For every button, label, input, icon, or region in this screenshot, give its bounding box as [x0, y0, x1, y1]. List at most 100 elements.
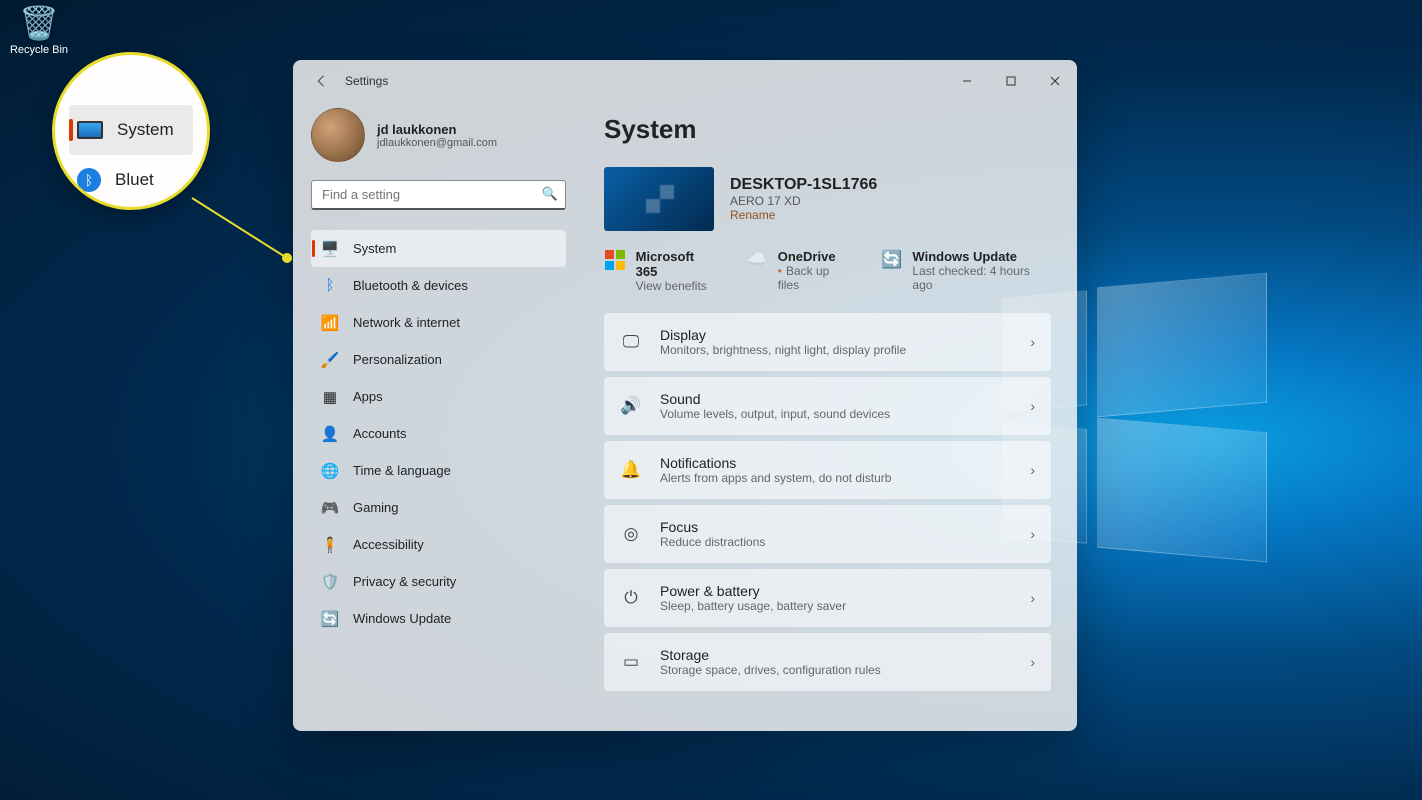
- card-display[interactable]: 🖵 DisplayMonitors, brightness, night lig…: [604, 313, 1051, 371]
- storage-icon: ▭: [620, 652, 642, 672]
- nav-time-language[interactable]: 🌐 Time & language: [311, 452, 566, 489]
- recycle-bin-label: Recycle Bin: [10, 44, 68, 56]
- card-storage[interactable]: ▭ StorageStorage space, drives, configur…: [604, 633, 1051, 691]
- nav-accessibility[interactable]: 🧍 Accessibility: [311, 526, 566, 563]
- bluetooth-icon: ᛒ: [321, 277, 339, 295]
- nav-label: Apps: [353, 389, 383, 404]
- badge-sub: View benefits: [636, 279, 718, 293]
- update-icon: 🔄: [321, 610, 339, 628]
- bluetooth-icon: ᛒ: [77, 168, 101, 192]
- callout-system-row: System: [69, 105, 193, 155]
- display-icon: 🖵: [620, 332, 642, 352]
- card-power[interactable]: ⏻ Power & batterySleep, battery usage, b…: [604, 569, 1051, 627]
- chevron-right-icon: ›: [1030, 654, 1035, 670]
- maximize-button[interactable]: [989, 66, 1033, 96]
- card-title: Power & battery: [660, 583, 846, 599]
- close-button[interactable]: [1033, 66, 1077, 96]
- sidebar: jd laukkonen jdlaukkonen@gmail.com 🔍 🖥️ …: [293, 102, 578, 731]
- badge-title: Windows Update: [912, 249, 1051, 264]
- update-icon: 🔄: [881, 249, 903, 271]
- chevron-right-icon: ›: [1030, 526, 1035, 542]
- window-title: Settings: [345, 74, 388, 88]
- card-sound[interactable]: 🔊 SoundVolume levels, output, input, sou…: [604, 377, 1051, 435]
- nav-apps[interactable]: ▦ Apps: [311, 378, 566, 415]
- nav-label: Gaming: [353, 500, 399, 515]
- person-icon: 👤: [321, 425, 339, 443]
- account-row[interactable]: jd laukkonen jdlaukkonen@gmail.com: [311, 108, 566, 162]
- badge-title: Microsoft 365: [636, 249, 718, 279]
- user-email: jdlaukkonen@gmail.com: [377, 137, 497, 149]
- card-title: Sound: [660, 391, 890, 407]
- bell-icon: 🔔: [620, 460, 642, 480]
- system-icon: [77, 121, 103, 139]
- nav-accounts[interactable]: 👤 Accounts: [311, 415, 566, 452]
- apps-icon: ▦: [321, 388, 339, 406]
- nav-label: Bluetooth & devices: [353, 278, 468, 293]
- onedrive-icon: ☁️: [746, 249, 768, 271]
- nav-label: Windows Update: [353, 611, 451, 626]
- card-sub: Monitors, brightness, night light, displ…: [660, 343, 906, 357]
- pc-model: AERO 17 XD: [730, 194, 877, 208]
- minimize-button[interactable]: [945, 66, 989, 96]
- page-title: System: [604, 114, 1051, 145]
- card-sub: Sleep, battery usage, battery saver: [660, 599, 846, 613]
- card-sub: Volume levels, output, input, sound devi…: [660, 407, 890, 421]
- gamepad-icon: 🎮: [321, 499, 339, 517]
- brush-icon: 🖌️: [321, 351, 339, 369]
- user-name: jd laukkonen: [377, 122, 497, 137]
- pc-info-row: DESKTOP-1SL1766 AERO 17 XD Rename: [604, 167, 1051, 231]
- card-title: Display: [660, 327, 906, 343]
- nav-system[interactable]: 🖥️ System: [311, 230, 566, 267]
- nav-label: Privacy & security: [353, 574, 456, 589]
- card-title: Focus: [660, 519, 765, 535]
- settings-window: Settings jd laukkonen jdlaukkonen@gmail.…: [293, 60, 1077, 731]
- system-icon: 🖥️: [321, 240, 339, 258]
- pc-name: DESKTOP-1SL1766: [730, 176, 877, 194]
- badge-update[interactable]: 🔄 Windows Update Last checked: 4 hours a…: [881, 249, 1051, 293]
- nav-network[interactable]: 📶 Network & internet: [311, 304, 566, 341]
- badge-m365[interactable]: Microsoft 365 View benefits: [604, 249, 718, 293]
- card-title: Storage: [660, 647, 881, 663]
- focus-icon: ◎: [620, 524, 642, 544]
- nav-bluetooth[interactable]: ᛒ Bluetooth & devices: [311, 267, 566, 304]
- callout-label: Bluet: [115, 170, 154, 190]
- recycle-bin-icon: 🗑️: [8, 4, 70, 42]
- nav-label: System: [353, 241, 396, 256]
- nav-label: Network & internet: [353, 315, 460, 330]
- badge-title: OneDrive: [778, 249, 853, 264]
- badge-sub: •Back up files: [778, 264, 853, 292]
- main-content: System DESKTOP-1SL1766 AERO 17 XD Rename…: [578, 102, 1077, 731]
- shield-icon: 🛡️: [321, 573, 339, 591]
- chevron-right-icon: ›: [1030, 462, 1035, 478]
- titlebar: Settings: [293, 60, 1077, 102]
- sound-icon: 🔊: [620, 396, 642, 416]
- pc-thumbnail: [604, 167, 714, 231]
- recycle-bin-shortcut[interactable]: 🗑️ Recycle Bin: [8, 4, 70, 56]
- nav-windows-update[interactable]: 🔄 Windows Update: [311, 600, 566, 637]
- badge-sub: Last checked: 4 hours ago: [912, 264, 1051, 292]
- globe-icon: 🌐: [321, 462, 339, 480]
- back-button[interactable]: [311, 71, 331, 91]
- card-notifications[interactable]: 🔔 NotificationsAlerts from apps and syst…: [604, 441, 1051, 499]
- callout-bluetooth-row: ᛒ Bluet: [69, 155, 193, 205]
- nav-label: Personalization: [353, 352, 442, 367]
- nav-label: Accounts: [353, 426, 406, 441]
- card-sub: Storage space, drives, configuration rul…: [660, 663, 881, 677]
- power-icon: ⏻: [620, 588, 642, 608]
- callout-magnifier: System ᛒ Bluet: [52, 52, 210, 210]
- nav-label: Time & language: [353, 463, 451, 478]
- badge-onedrive[interactable]: ☁️ OneDrive •Back up files: [746, 249, 853, 293]
- chevron-right-icon: ›: [1030, 590, 1035, 606]
- nav-privacy[interactable]: 🛡️ Privacy & security: [311, 563, 566, 600]
- card-title: Notifications: [660, 455, 891, 471]
- card-focus[interactable]: ◎ FocusReduce distractions ›: [604, 505, 1051, 563]
- card-sub: Reduce distractions: [660, 535, 765, 549]
- search-icon: 🔍: [542, 186, 558, 202]
- rename-link[interactable]: Rename: [730, 208, 877, 222]
- nav-personalization[interactable]: 🖌️ Personalization: [311, 341, 566, 378]
- nav-gaming[interactable]: 🎮 Gaming: [311, 489, 566, 526]
- nav-label: Accessibility: [353, 537, 424, 552]
- avatar: [311, 108, 365, 162]
- card-sub: Alerts from apps and system, do not dist…: [660, 471, 891, 485]
- search-input[interactable]: [311, 180, 566, 210]
